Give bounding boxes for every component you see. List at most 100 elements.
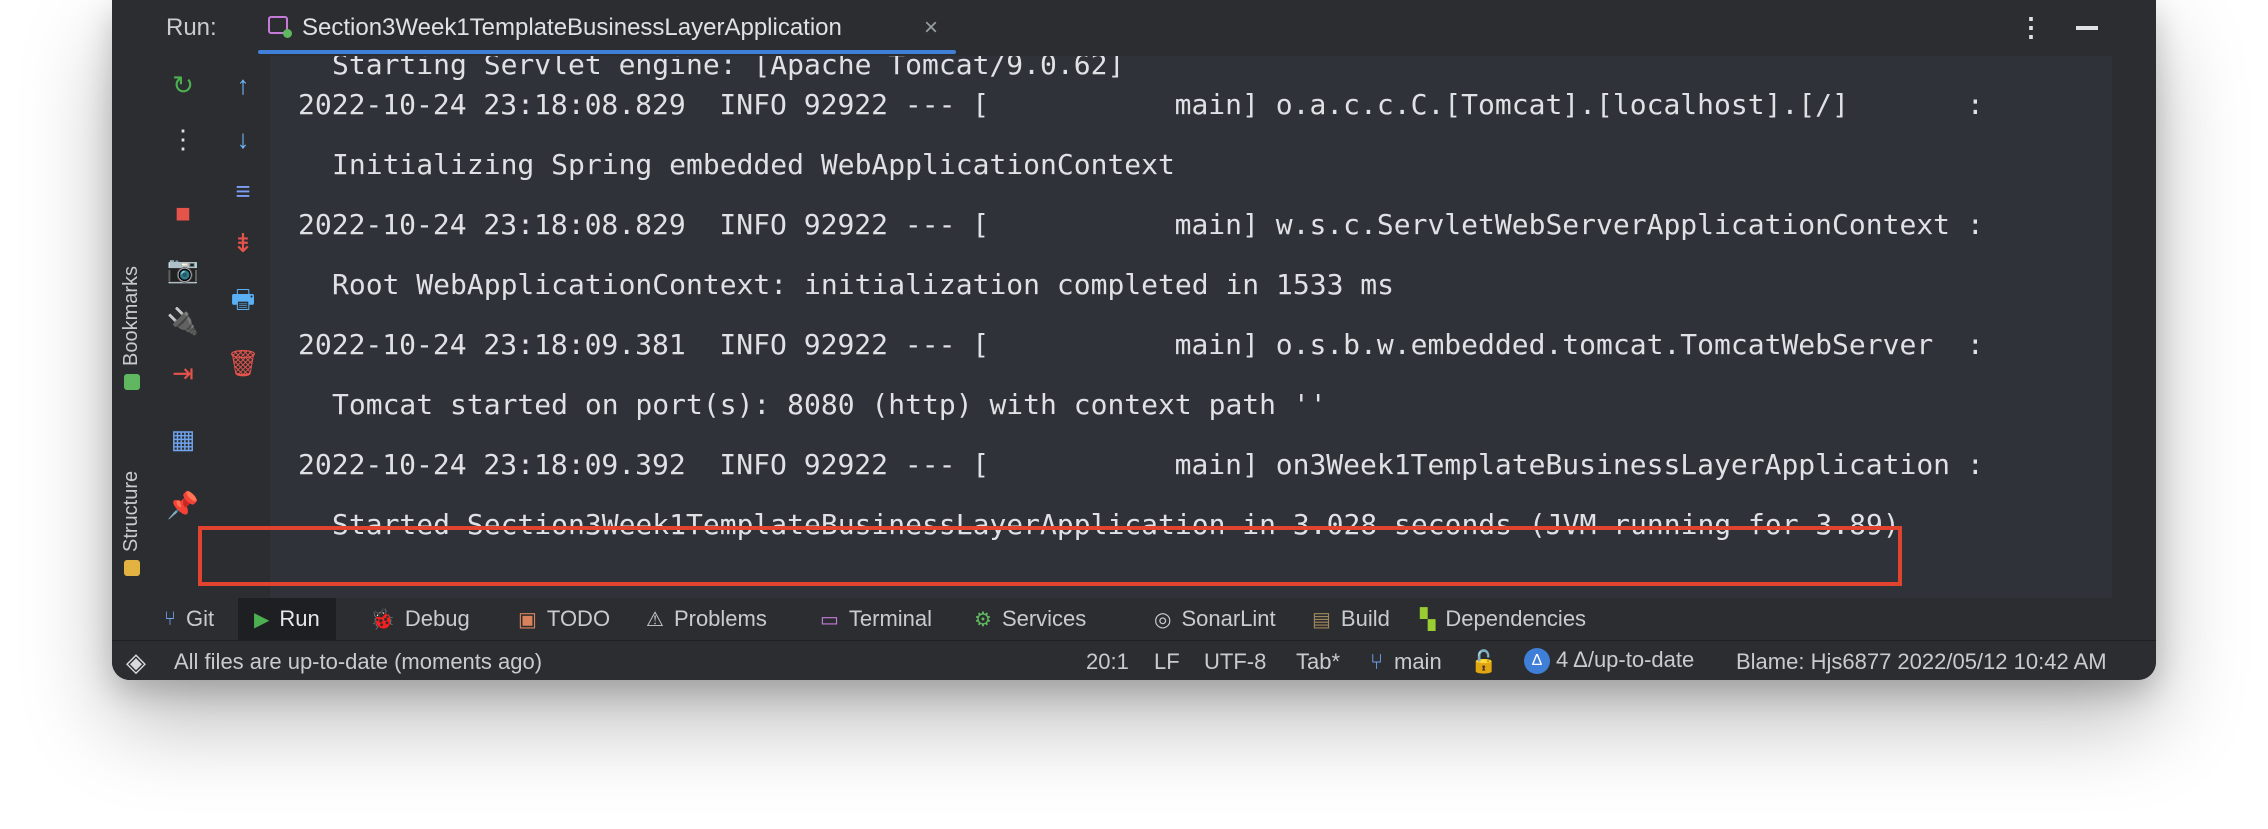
- dependencies-icon: ▚: [1420, 608, 1436, 631]
- line-ending[interactable]: LF: [1154, 649, 1180, 675]
- status-bar: ◈ All files are up-to-date (moments ago)…: [112, 640, 2156, 680]
- tool-tab-label: Problems: [673, 606, 767, 631]
- soft-wrap-icon: ≡: [235, 175, 251, 206]
- stop-icon: ■: [175, 197, 191, 228]
- scroll-to-end-button[interactable]: ⇟: [226, 226, 260, 260]
- tool-tab-label: Terminal: [848, 606, 933, 631]
- build-icon: ▤: [1312, 608, 1331, 631]
- lock-icon[interactable]: 🔓: [1470, 649, 1497, 675]
- todo-icon: ▣: [518, 608, 537, 631]
- tool-tab-todo[interactable]: ▣ TODO: [518, 598, 610, 640]
- indent-setting[interactable]: Tab*: [1296, 649, 1340, 675]
- trash-icon: 🗑: [226, 347, 260, 378]
- console-line: Starting Servlet engine: [Apache Tomcat/…: [332, 56, 1125, 81]
- console-line: Root WebApplicationContext: initializati…: [332, 268, 1395, 301]
- plug-icon: 🔌: [166, 305, 200, 336]
- console-line: Tomcat started on port(s): 8080 (http) w…: [332, 388, 1327, 421]
- layout-icon: ▦: [170, 423, 196, 454]
- tool-tab-label: Build: [1340, 606, 1390, 631]
- console-line: 2022-10-24 23:18:08.829 INFO 92922 --- […: [298, 88, 1984, 121]
- bookmark-icon: [123, 374, 140, 390]
- tool-tab-run[interactable]: ▶ Run: [238, 598, 336, 640]
- tool-tab-label: TODO: [546, 606, 611, 631]
- left-tool-strip: Bookmarks Structure: [112, 0, 152, 680]
- console-line: 2022-10-24 23:18:09.381 INFO 92922 --- […: [298, 328, 1984, 361]
- bookmarks-tool-button[interactable]: Bookmarks: [120, 266, 143, 390]
- more-icon: ⋮: [170, 123, 196, 154]
- tool-tab-label: Run: [279, 606, 320, 631]
- run-label: Run:: [166, 14, 217, 41]
- vcs-badge-icon: Δ: [1524, 648, 1550, 675]
- tool-tab-git[interactable]: ⑂ Git: [164, 598, 214, 640]
- soft-wrap-button[interactable]: ≡: [226, 174, 260, 208]
- file-encoding[interactable]: UTF-8: [1204, 649, 1266, 675]
- tool-tab-problems[interactable]: ⚠ Problems: [646, 598, 767, 640]
- scroll-up-button[interactable]: ↑: [226, 68, 260, 102]
- problems-icon: ⚠: [646, 608, 664, 631]
- print-icon: 🖶: [230, 284, 256, 314]
- console-line: 2022-10-24 23:18:09.392 INFO 92922 --- […: [298, 448, 1984, 481]
- services-gear-icon: ⚙: [974, 608, 992, 631]
- scroll-to-end-icon: ⇟: [232, 227, 254, 258]
- tool-tab-debug[interactable]: 🐞 Debug: [370, 598, 470, 640]
- sonarlint-icon: ◎: [1154, 608, 1172, 631]
- layout-button[interactable]: ▦: [166, 422, 200, 456]
- run-icon: ▶: [254, 608, 270, 631]
- pin-icon: 📌: [166, 489, 200, 520]
- console-output[interactable]: Starting Servlet engine: [Apache Tomcat/…: [272, 56, 2112, 598]
- git-branch-icon: ⑂: [164, 607, 176, 630]
- blame-info[interactable]: Blame: Hjs6877 2022/05/12 10:42 AM: [1736, 649, 2107, 675]
- tool-tab-label: Debug: [404, 606, 470, 631]
- run-config-tab[interactable]: Section3Week1TemplateBusinessLayerApplic…: [258, 0, 956, 56]
- tool-tab-sonarlint[interactable]: ◎ SonarLint: [1154, 598, 1276, 640]
- rerun-icon: ↻: [172, 69, 194, 100]
- highlight-box: [198, 526, 1902, 586]
- vcs-status[interactable]: Δ4 Δ/up-to-date: [1524, 647, 1695, 675]
- tool-tab-label: Services: [1001, 606, 1087, 631]
- layers-icon[interactable]: ◈: [126, 647, 146, 678]
- rerun-button[interactable]: ↻: [166, 68, 200, 102]
- more-button[interactable]: ⋮: [166, 122, 200, 156]
- scroll-down-icon: ↓: [236, 123, 250, 154]
- tool-tab-label: SonarLint: [1181, 606, 1276, 631]
- tool-tab-services[interactable]: ⚙ Services: [974, 598, 1086, 640]
- exit-button[interactable]: ⇥: [166, 356, 200, 390]
- tool-tab-terminal[interactable]: ▭ Terminal: [820, 598, 932, 640]
- structure-tool-button[interactable]: Structure: [120, 471, 143, 576]
- structure-icon: [123, 560, 140, 576]
- run-header: Run: Section3Week1TemplateBusinessLayerA…: [154, 0, 2112, 56]
- status-message[interactable]: All files are up-to-date (moments ago): [174, 649, 542, 675]
- run-tool-window: Run: Section3Week1TemplateBusinessLayerA…: [154, 0, 2112, 598]
- scroll-up-icon: ↑: [236, 69, 250, 100]
- console-line: 2022-10-24 23:18:08.829 INFO 92922 --- […: [298, 208, 1984, 241]
- scroll-down-button[interactable]: ↓: [226, 122, 260, 156]
- vcs-status-text: 4 Δ/up-to-date: [1556, 647, 1695, 672]
- console-line: Initializing Spring embedded WebApplicat…: [332, 148, 1175, 181]
- active-tab-underline: [258, 50, 956, 54]
- bottom-tool-tabs: ⑂ Git ▶ Run 🐞 Debug ▣ TODO ⚠ Problems ▭ Terminal ⚙ Se…: [154, 598, 2156, 640]
- plug-button[interactable]: 🔌: [166, 304, 200, 338]
- structure-label: Structure: [120, 470, 142, 552]
- stop-button[interactable]: ■: [166, 196, 200, 230]
- camera-icon: 📷: [166, 253, 200, 284]
- pin-button[interactable]: 📌: [166, 488, 200, 522]
- close-tab-icon[interactable]: ×: [924, 14, 938, 42]
- print-button[interactable]: 🖶: [226, 284, 260, 320]
- branch-icon: ⑂: [1370, 649, 1384, 674]
- bug-icon: 🐞: [370, 608, 395, 631]
- exit-icon: ⇥: [172, 357, 194, 388]
- minimize-icon[interactable]: [2076, 26, 2098, 30]
- git-branch[interactable]: main: [1394, 649, 1442, 675]
- trash-button[interactable]: 🗑: [226, 346, 260, 380]
- tool-tab-label: Git: [186, 606, 215, 631]
- bookmarks-label: Bookmarks: [120, 265, 142, 366]
- terminal-icon: ▭: [820, 608, 839, 631]
- run-config-tab-title: Section3Week1TemplateBusinessLayerApplic…: [302, 14, 842, 41]
- tool-tab-build[interactable]: ▤ Build: [1312, 598, 1390, 640]
- options-menu-icon[interactable]: ⋮: [2018, 12, 2044, 43]
- camera-button[interactable]: 📷: [166, 252, 200, 286]
- tool-tab-dependencies[interactable]: ▚ Dependencies: [1420, 598, 1586, 640]
- caret-position[interactable]: 20:1: [1086, 649, 1129, 675]
- tool-tab-label: Dependencies: [1445, 606, 1587, 631]
- run-config-icon: [268, 16, 292, 38]
